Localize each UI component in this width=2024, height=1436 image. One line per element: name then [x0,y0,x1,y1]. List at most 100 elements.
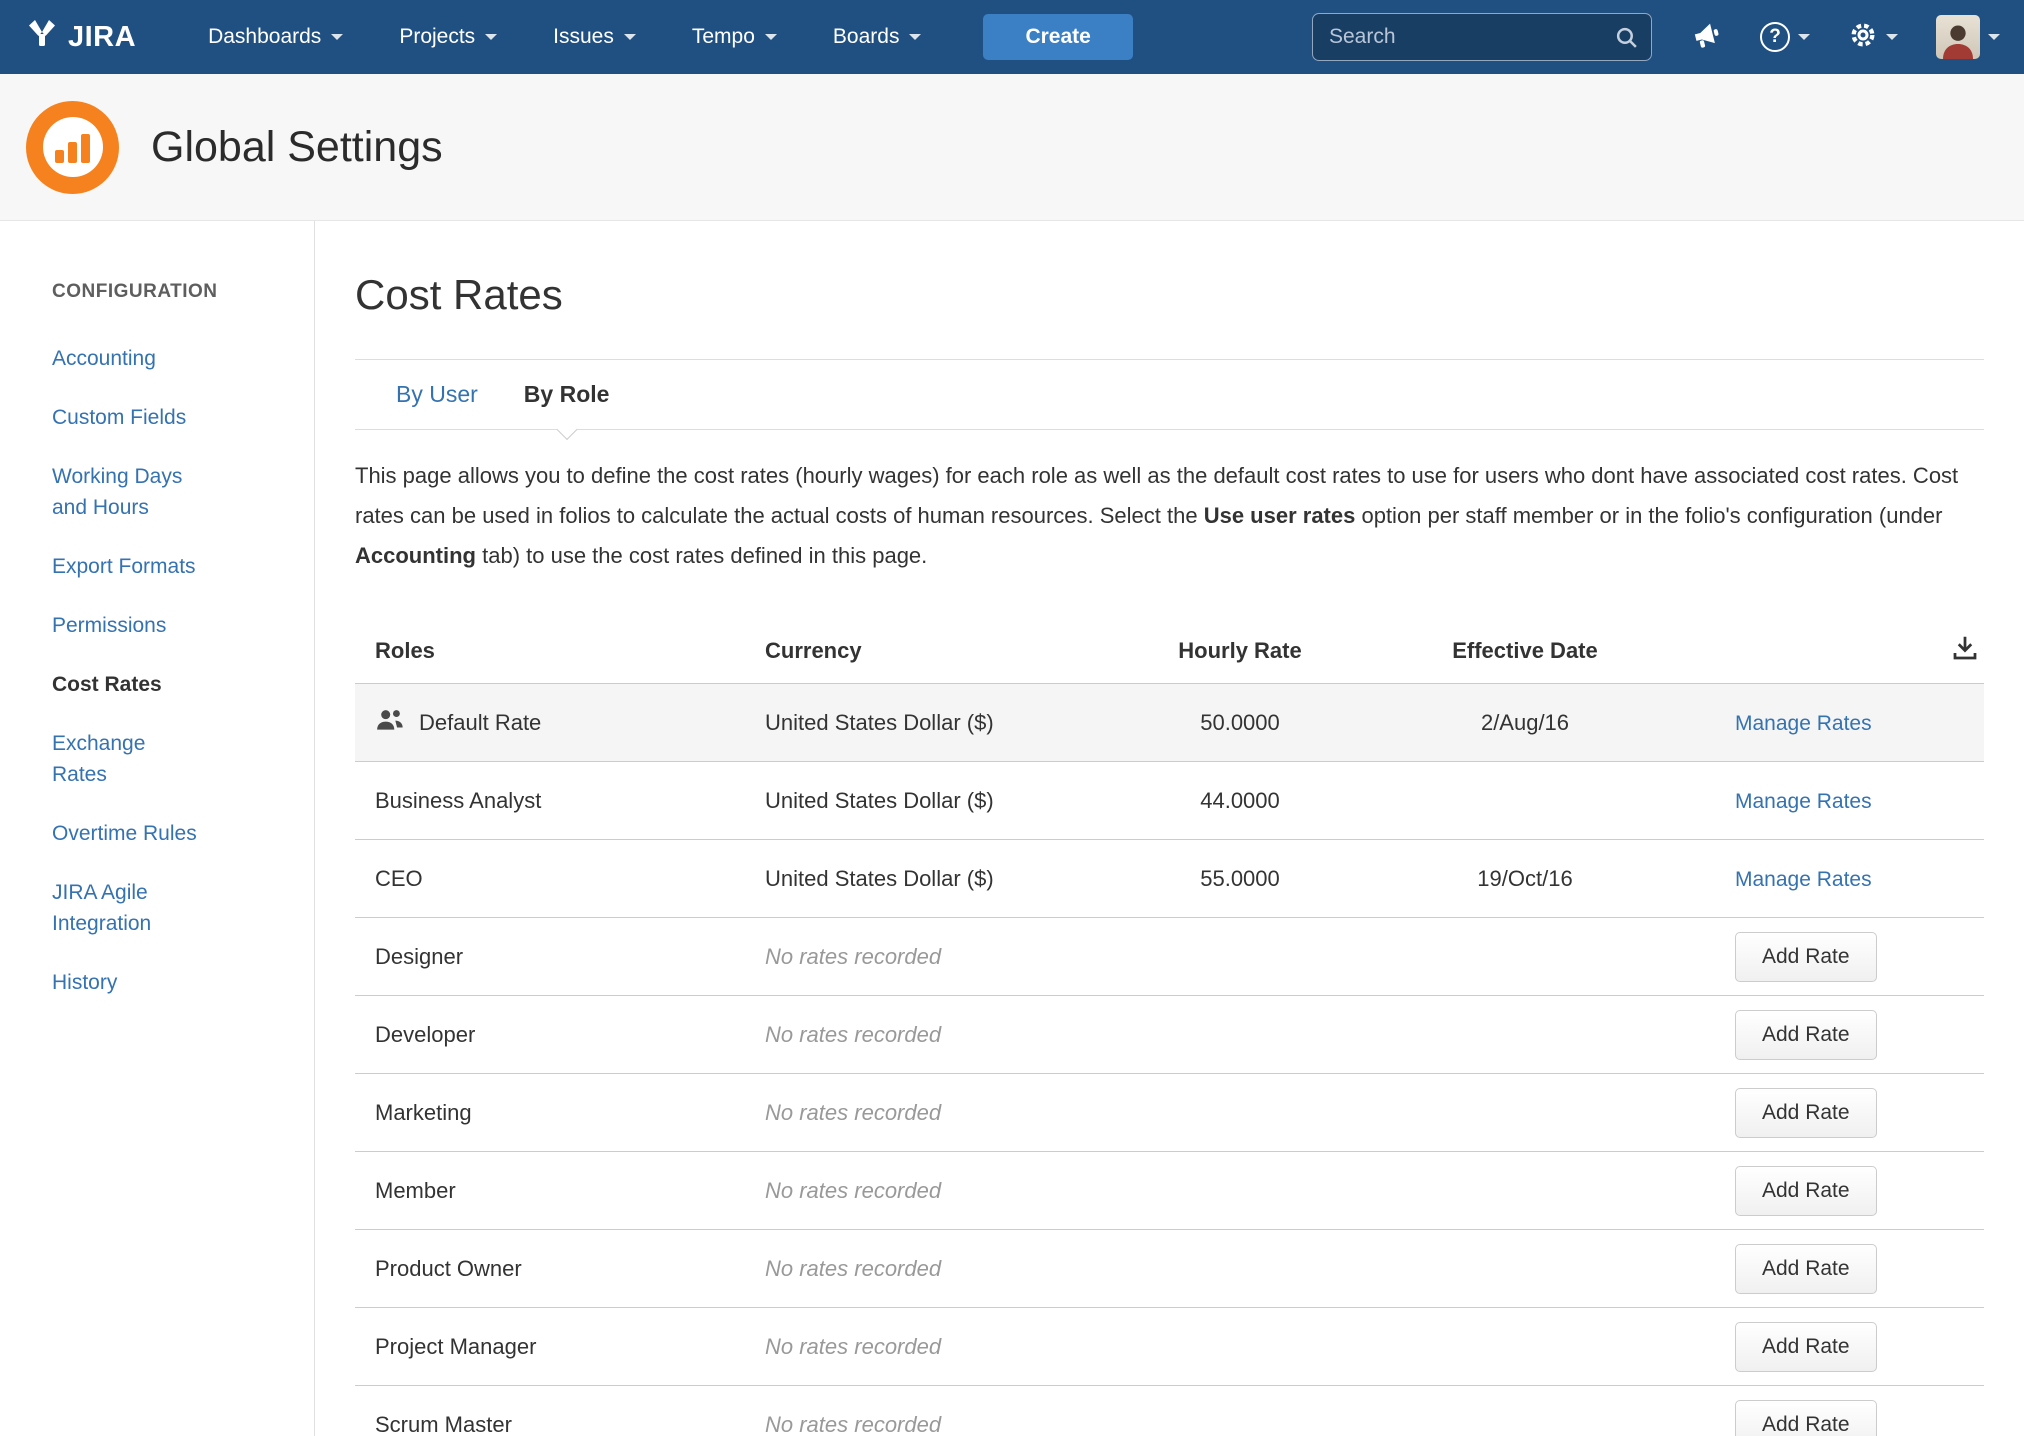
table-row: Developer No rates recorded Add Rate [355,996,1984,1074]
add-rate-button[interactable]: Add Rate [1735,1010,1877,1060]
no-rates-label: No rates recorded [765,944,1105,970]
configuration-sidebar: CONFIGURATION Accounting Custom Fields W… [0,221,315,1436]
primary-nav: Dashboards Projects Issues Tempo Boards [180,0,949,74]
user-menu-button[interactable] [1936,15,2000,59]
sidebar-item-accounting[interactable]: Accounting [52,329,294,388]
add-rate-button[interactable]: Add Rate [1735,932,1877,982]
nav-boards[interactable]: Boards [805,0,950,74]
chevron-down-icon [331,34,343,40]
table-row: Product Owner No rates recorded Add Rate [355,1230,1984,1308]
sidebar-item-working-days[interactable]: Working Days and Hours [52,447,294,537]
sidebar-item-jira-agile[interactable]: JIRA Agile Integration [52,863,294,953]
table-row: Designer No rates recorded Add Rate [355,918,1984,996]
add-rate-button[interactable]: Add Rate [1735,1088,1877,1138]
add-rate-button[interactable]: Add Rate [1735,1322,1877,1372]
role-name: Developer [375,1022,475,1048]
role-name: Member [375,1178,456,1204]
role-name: Default Rate [419,710,541,736]
column-header-hourly-rate: Hourly Rate [1105,638,1375,664]
jira-logo[interactable]: JIRA [26,17,136,57]
effective-date-value: 19/Oct/16 [1375,866,1675,892]
table-row: Member No rates recorded Add Rate [355,1152,1984,1230]
add-rate-button[interactable]: Add Rate [1735,1400,1877,1436]
search-input[interactable] [1312,13,1652,61]
gear-icon [1848,20,1878,55]
effective-date-value: 2/Aug/16 [1375,710,1675,736]
role-name: Scrum Master [375,1412,512,1436]
role-name: Marketing [375,1100,472,1126]
table-header-row: Roles Currency Hourly Rate Effective Dat… [355,618,1984,684]
table-row: CEO United States Dollar ($) 55.0000 19/… [355,840,1984,918]
tab-by-role[interactable]: By Role [524,360,610,429]
page-title: Global Settings [151,123,443,172]
add-rate-button[interactable]: Add Rate [1735,1166,1877,1216]
role-name: Designer [375,944,463,970]
nav-issues[interactable]: Issues [525,0,664,74]
manage-rates-link[interactable]: Manage Rates [1735,868,1872,891]
no-rates-label: No rates recorded [765,1334,1105,1360]
add-rate-button[interactable]: Add Rate [1735,1244,1877,1294]
announcements-button[interactable] [1690,19,1722,56]
cost-rates-table: Roles Currency Hourly Rate Effective Dat… [355,618,1984,1436]
manage-rates-link[interactable]: Manage Rates [1735,712,1872,735]
sidebar-item-custom-fields[interactable]: Custom Fields [52,388,294,447]
chevron-down-icon [909,34,921,40]
sidebar-item-export-formats[interactable]: Export Formats [52,537,294,596]
table-row: Project Manager No rates recorded Add Ra… [355,1308,1984,1386]
main-panel: Cost Rates By User By Role This page all… [315,221,2024,1436]
hourly-rate-value: 44.0000 [1105,788,1375,814]
no-rates-label: No rates recorded [765,1100,1105,1126]
chevron-down-icon [485,34,497,40]
role-name: Business Analyst [375,788,541,814]
chevron-down-icon [765,34,777,40]
section-title: Cost Rates [355,271,1984,319]
role-name: Project Manager [375,1334,536,1360]
sidebar-item-overtime-rules[interactable]: Overtime Rules [52,804,294,863]
sidebar-item-exchange-rates[interactable]: Exchange Rates [52,714,294,804]
sidebar-item-permissions[interactable]: Permissions [52,596,294,655]
search-icon [1614,25,1639,55]
page-header: Global Settings [0,74,2024,221]
help-menu-button[interactable]: ? [1760,22,1810,52]
create-button[interactable]: Create [983,14,1132,60]
brand-text: JIRA [68,21,136,54]
group-icon [375,707,405,739]
tempo-chart-icon [26,101,119,194]
role-name: Product Owner [375,1256,522,1282]
sidebar-item-history[interactable]: History [52,953,294,1012]
chevron-down-icon [1798,34,1810,40]
jira-mark-icon [26,17,58,57]
currency-value: United States Dollar ($) [765,710,1105,736]
hourly-rate-value: 50.0000 [1105,710,1375,736]
chevron-down-icon [624,34,636,40]
nav-tempo[interactable]: Tempo [664,0,805,74]
search-box [1312,13,1652,61]
currency-value: United States Dollar ($) [765,866,1105,892]
role-name: CEO [375,866,423,892]
megaphone-icon [1690,19,1722,56]
column-header-currency: Currency [765,638,1105,664]
no-rates-label: No rates recorded [765,1022,1105,1048]
settings-menu-button[interactable] [1848,20,1898,55]
currency-value: United States Dollar ($) [765,788,1105,814]
hourly-rate-value: 55.0000 [1105,866,1375,892]
manage-rates-link[interactable]: Manage Rates [1735,790,1872,813]
column-header-effective-date: Effective Date [1375,638,1675,664]
column-header-roles: Roles [355,638,765,664]
tab-bar: By User By Role [355,359,1984,430]
description-text: This page allows you to define the cost … [355,456,1984,576]
tab-by-user[interactable]: By User [396,360,478,429]
chevron-down-icon [1988,34,2000,40]
export-download-icon[interactable] [1950,633,1980,669]
chevron-down-icon [1886,34,1898,40]
avatar [1936,15,1980,59]
help-icon: ? [1760,22,1790,52]
sidebar-heading: CONFIGURATION [52,281,294,303]
table-row: Scrum Master No rates recorded Add Rate [355,1386,1984,1436]
top-navbar: JIRA Dashboards Projects Issues Tempo Bo… [0,0,2024,74]
sidebar-item-cost-rates[interactable]: Cost Rates [52,655,294,714]
no-rates-label: No rates recorded [765,1178,1105,1204]
nav-dashboards[interactable]: Dashboards [180,0,371,74]
nav-projects[interactable]: Projects [371,0,525,74]
no-rates-label: No rates recorded [765,1256,1105,1282]
